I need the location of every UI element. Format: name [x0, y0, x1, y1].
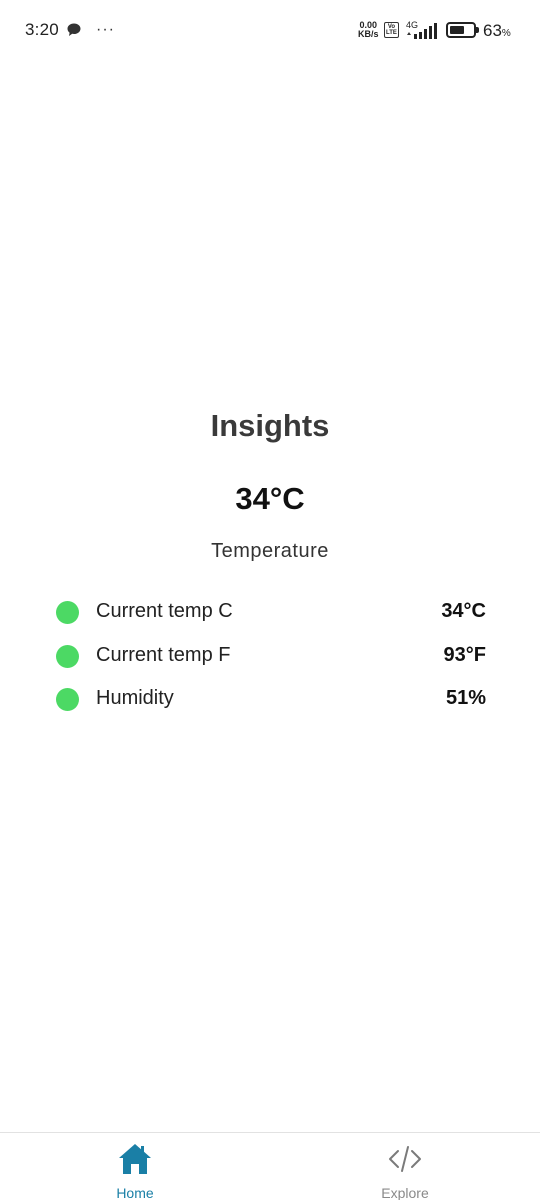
metric-row-current-temp-c: Current temp C 34°C — [56, 598, 488, 628]
battery-percent-value: 63 — [483, 21, 502, 40]
network-speed-unit: KB/s — [358, 29, 379, 39]
chat-bubble-icon — [67, 23, 81, 36]
battery-fill — [450, 26, 464, 34]
metric-label: Humidity — [96, 687, 174, 709]
metric-row-humidity: Humidity 51% — [56, 685, 488, 715]
bottom-navigation: Home Explore — [0, 1132, 540, 1200]
status-dot — [56, 688, 79, 711]
volte-icon: Vo LTE — [384, 22, 399, 38]
main-temperature-value: 34°C — [235, 481, 305, 516]
nav-label-home: Home — [116, 1185, 154, 1200]
metric-label: Current temp C — [96, 600, 233, 622]
insights-title: Insights — [210, 408, 330, 443]
nav-label-explore: Explore — [381, 1185, 429, 1200]
battery-tip — [476, 27, 479, 33]
volte-bottom-text: LTE — [386, 30, 397, 36]
battery-icon — [446, 22, 476, 38]
more-dots-icon: ··· — [96, 21, 115, 38]
network-speed: 0.00 KB/s — [358, 21, 379, 39]
battery-percent: 63% — [483, 21, 511, 41]
metric-value: 34°C — [441, 600, 486, 622]
status-time: 3:20 — [25, 20, 59, 39]
status-bar: 3:20 ··· 0.00 KB/s Vo LTE 4G 63% — [0, 0, 540, 62]
code-icon — [389, 1146, 421, 1172]
metric-value: 93°F — [443, 644, 486, 666]
signal-icon — [407, 23, 437, 39]
battery-percent-sign: % — [501, 28, 511, 39]
metric-value: 51% — [445, 687, 486, 709]
home-icon — [119, 1144, 151, 1174]
status-dot — [56, 645, 79, 668]
screen: 3:20 ··· 0.00 KB/s Vo LTE 4G 63% Insight… — [0, 0, 540, 1200]
metric-label: Current temp F — [96, 644, 231, 666]
status-dot — [56, 601, 79, 624]
metric-row-current-temp-f: Current temp F 93°F — [56, 642, 488, 672]
main-temperature-label: Temperature — [211, 540, 329, 562]
nav-item-explore[interactable]: Explore — [345, 1133, 465, 1200]
nav-item-home[interactable]: Home — [75, 1133, 195, 1200]
